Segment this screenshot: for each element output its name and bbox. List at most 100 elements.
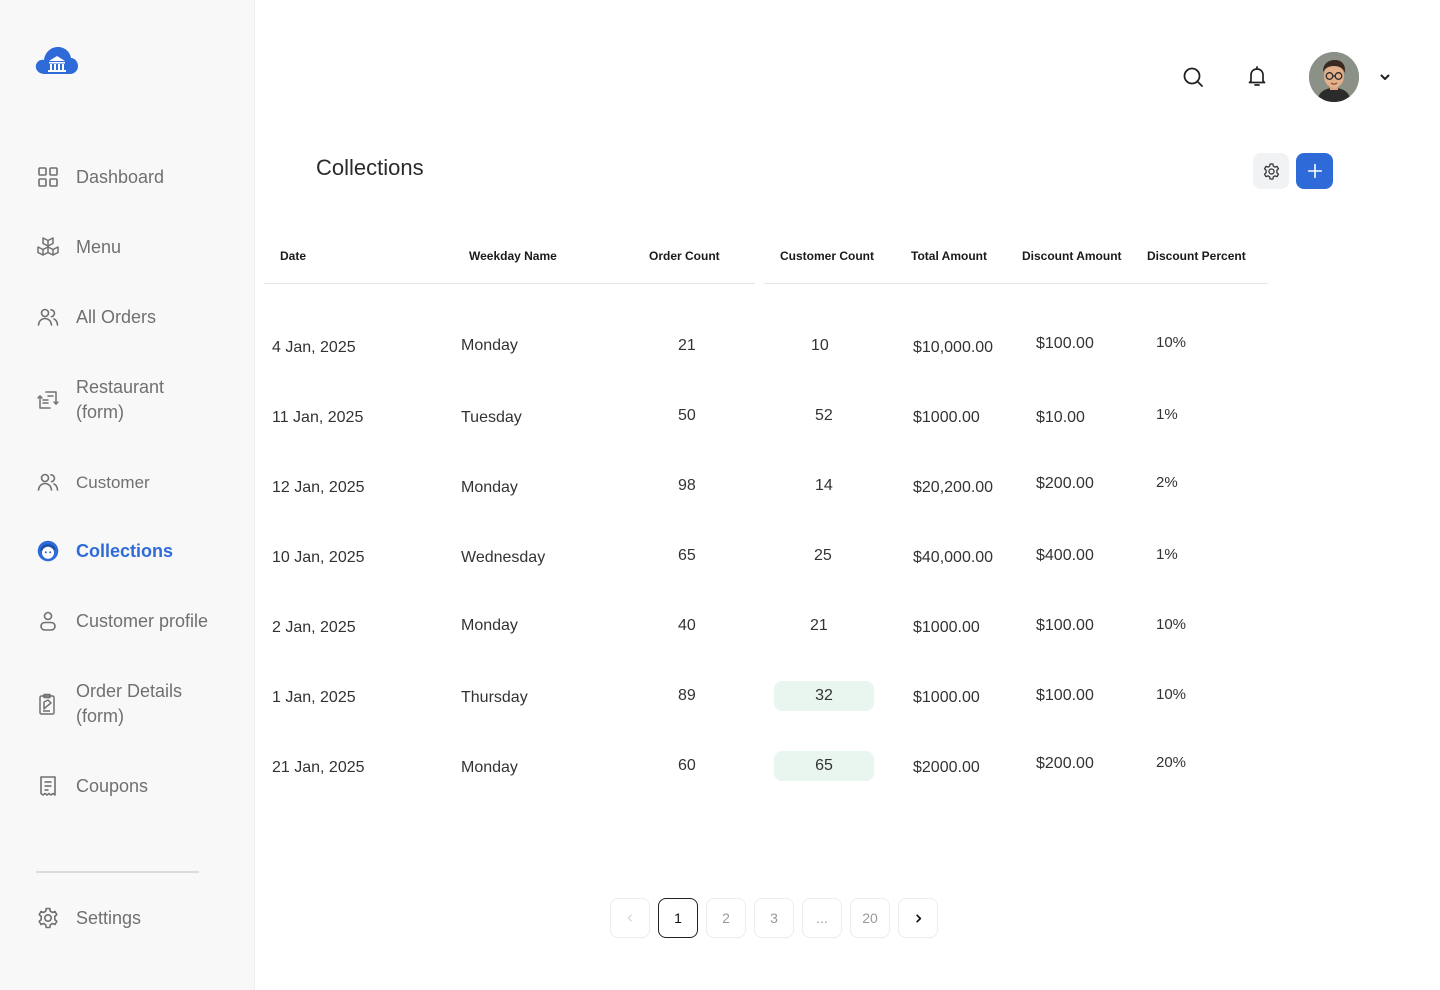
sidebar-item-all-orders[interactable]: All Orders	[35, 304, 156, 330]
highlighted-customer-count: 65	[774, 751, 874, 781]
previous-page-button[interactable]	[610, 898, 650, 938]
page-button-20[interactable]: 20	[850, 898, 890, 938]
column-header-discount-amount[interactable]: Discount Amount	[1022, 249, 1122, 263]
user-avatar[interactable]	[1309, 52, 1359, 102]
users-icon	[35, 469, 61, 495]
page-title: Collections	[316, 155, 424, 180]
cell-discount-amount: $100.00	[1036, 617, 1094, 634]
order-doc-icon	[35, 691, 61, 717]
cell-customer-count: 21	[810, 617, 828, 634]
column-header-order-count[interactable]: Order Count	[649, 249, 720, 263]
search-icon[interactable]	[1179, 63, 1207, 91]
column-header-date[interactable]: Date	[280, 249, 306, 263]
cell-date: 10 Jan, 2025	[272, 549, 365, 566]
sidebar-item-customer-profile[interactable]: Customer profile	[35, 608, 208, 634]
gear-icon	[35, 905, 61, 931]
sidebar-item-order-details-form[interactable]: Order Details (form)	[35, 679, 206, 729]
sidebar-item-label: Menu	[76, 236, 122, 257]
sidebar-item-restaurant-form[interactable]: Restaurant (form)	[35, 375, 206, 425]
cell-customer-count: 32	[815, 687, 833, 704]
column-header-customer-count[interactable]: Customer Count	[780, 249, 874, 263]
cell-discount-percent: 20%	[1156, 754, 1187, 771]
sidebar-item-dashboard[interactable]: Dashboard	[35, 164, 164, 190]
cell-customer-count: 25	[814, 547, 832, 564]
cell-date: 21 Jan, 2025	[272, 759, 365, 776]
cell-discount-amount: $200.00	[1036, 475, 1094, 492]
sidebar-item-customer[interactable]: Customer	[35, 469, 150, 495]
header-divider	[264, 283, 755, 284]
sidebar-item-coupons[interactable]: Coupons	[35, 773, 148, 799]
person-icon	[35, 608, 61, 634]
collections-face-icon	[35, 538, 61, 564]
receipt-icon	[35, 773, 61, 799]
bell-icon[interactable]	[1243, 62, 1271, 90]
cell-weekday: Thursday	[461, 689, 528, 706]
page-ellipsis: ...	[802, 898, 842, 938]
cell-date: 1 Jan, 2025	[272, 689, 356, 706]
cell-weekday: Monday	[461, 479, 518, 496]
next-page-button[interactable]	[898, 898, 938, 938]
column-header-weekday[interactable]: Weekday Name	[469, 249, 557, 263]
cell-discount-percent: 10%	[1156, 686, 1187, 703]
swap-form-icon	[35, 387, 61, 413]
cell-order-count: 60	[678, 757, 696, 774]
sidebar-divider	[36, 871, 199, 873]
cell-date: 4 Jan, 2025	[272, 339, 356, 356]
header-divider	[764, 283, 1268, 284]
cloud-bank-icon[interactable]	[35, 44, 79, 78]
cell-weekday: Monday	[461, 337, 518, 354]
sidebar-item-menu[interactable]: Menu	[35, 234, 121, 260]
cell-discount-amount: $200.00	[1036, 755, 1094, 772]
column-header-discount-percent[interactable]: Discount Percent	[1147, 249, 1246, 263]
plus-icon	[1306, 162, 1324, 180]
page-button-2[interactable]: 2	[706, 898, 746, 938]
sidebar-item-label: Settings	[76, 907, 142, 928]
cell-customer-count: 65	[815, 757, 833, 774]
cell-total-amount: $2000.00	[913, 759, 980, 776]
cell-total-amount: $40,000.00	[913, 549, 994, 566]
sidebar-item-collections[interactable]: Collections	[35, 538, 173, 564]
users-icon	[35, 304, 61, 330]
chevron-left-icon	[625, 913, 635, 923]
cell-total-amount: $1000.00	[913, 409, 980, 426]
chevron-right-icon	[913, 913, 924, 924]
cell-discount-percent: 10%	[1156, 616, 1187, 633]
sidebar-item-label: Coupons	[76, 775, 149, 796]
sidebar-item-label: Customer	[76, 472, 150, 492]
chevron-down-icon[interactable]	[1378, 70, 1392, 84]
sidebar-item-label: Collections	[76, 540, 174, 561]
cell-discount-amount: $100.00	[1036, 687, 1094, 704]
cell-weekday: Monday	[461, 617, 518, 634]
cell-order-count: 40	[678, 617, 696, 634]
cell-weekday: Wednesday	[461, 549, 546, 566]
cell-date: 2 Jan, 2025	[272, 619, 356, 636]
cell-weekday: Monday	[461, 759, 518, 776]
page-button-3[interactable]: 3	[754, 898, 794, 938]
cell-customer-count: 14	[815, 477, 833, 494]
cell-discount-percent: 10%	[1156, 334, 1187, 351]
sidebar-item-settings[interactable]: Settings	[35, 905, 141, 931]
cell-weekday: Tuesday	[461, 409, 522, 426]
sidebar-item-label: All Orders	[76, 306, 157, 327]
cell-discount-amount: $400.00	[1036, 547, 1094, 564]
cell-total-amount: $1000.00	[913, 619, 980, 636]
page-button-1[interactable]: 1	[658, 898, 698, 938]
cell-discount-amount: $100.00	[1036, 335, 1094, 352]
grid-icon	[35, 164, 61, 190]
cell-order-count: 50	[678, 407, 696, 424]
cell-date: 11 Jan, 2025	[272, 409, 364, 426]
sidebar-item-label: Customer profile	[76, 610, 209, 631]
cell-total-amount: $10,000.00	[913, 339, 994, 356]
sidebar: Dashboard Menu All Orders Restaurant (fo…	[0, 0, 255, 990]
cell-discount-percent: 1%	[1156, 546, 1178, 563]
cell-total-amount: $1000.00	[913, 689, 980, 706]
gear-icon	[1262, 162, 1281, 181]
highlighted-customer-count: 32	[774, 681, 874, 711]
cell-order-count: 98	[678, 477, 696, 494]
table-settings-button[interactable]	[1253, 153, 1289, 189]
cell-order-count: 89	[678, 687, 696, 704]
column-header-total-amount[interactable]: Total Amount	[911, 249, 987, 263]
cell-customer-count: 52	[815, 407, 833, 424]
cell-total-amount: $20,200.00	[913, 479, 994, 496]
add-collection-button[interactable]	[1296, 153, 1333, 189]
